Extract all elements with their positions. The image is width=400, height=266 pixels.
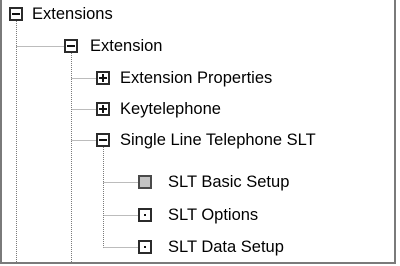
collapse-toggle-icon[interactable] <box>64 39 78 53</box>
tree-node-label[interactable]: SLT Options <box>168 205 258 225</box>
tree-node-label[interactable]: Extensions <box>32 4 113 24</box>
collapse-toggle-icon[interactable] <box>9 7 23 21</box>
expand-toggle-icon[interactable] <box>96 102 110 116</box>
leaf-node-icon <box>138 240 152 254</box>
tree-node-label[interactable]: Keytelephone <box>120 99 221 119</box>
tree-node-label[interactable]: Extension <box>90 36 162 56</box>
collapse-toggle-icon[interactable] <box>96 133 110 147</box>
expand-toggle-icon[interactable] <box>96 71 110 85</box>
leaf-node-icon <box>138 208 152 222</box>
tree-view: Extensions Extension Extension Propertie… <box>0 0 396 264</box>
tree-node-label[interactable]: Extension Properties <box>120 68 272 88</box>
tree-node-label[interactable]: SLT Basic Setup <box>168 172 289 192</box>
leaf-node-icon <box>138 175 152 189</box>
tree-node-label[interactable]: Single Line Telephone SLT <box>120 130 316 150</box>
tree-node-label[interactable]: SLT Data Setup <box>168 237 284 257</box>
